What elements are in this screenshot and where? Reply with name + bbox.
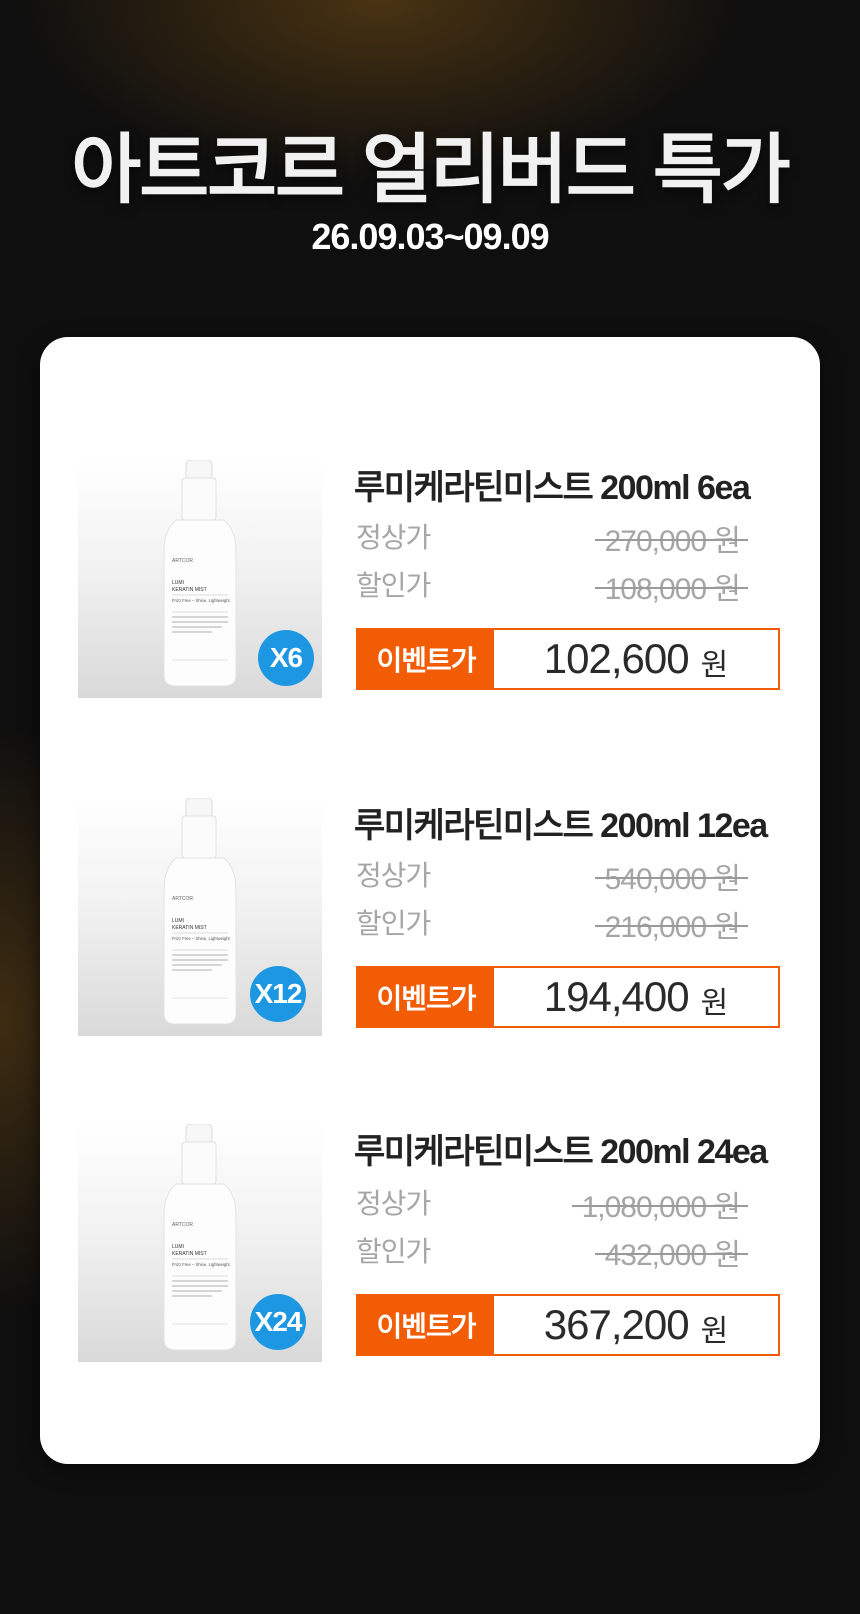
bottle-tagline-text: Frizz Free – Shine, Lightweight [172,1262,231,1267]
bottle-brand-text: ARTCOR [172,1222,193,1228]
product-image: ARTCOR LUMI KERATIN MIST Frizz Free – Sh… [78,458,322,698]
regular-price-row: 정상가 270,000 원 [356,516,749,558]
bottle-line1-text: LUMI [172,1244,184,1250]
quantity-badge: X6 [258,630,314,686]
bottle-image: ARTCOR LUMI KERATIN MIST Frizz Free – Sh… [163,1124,237,1351]
regular-price-label: 정상가 [356,522,431,553]
bottle-image: ARTCOR LUMI KERATIN MIST Frizz Free – Sh… [163,460,237,687]
product-name: 루미케라틴미스트 200ml 12ea [354,807,768,845]
quantity-badge: X24 [250,1294,306,1350]
bottle-line2-text: KERATIN MIST [172,925,207,931]
product-name: 루미케라틴미스트 200ml 6ea [354,469,751,507]
event-price: 194,400 원 [494,968,778,1026]
event-price-currency: 원 [700,649,729,682]
bottle-line2-text: KERATIN MIST [172,587,207,593]
event-price-label: 이벤트가 [358,1296,494,1354]
event-price-label: 이벤트가 [358,968,494,1026]
product-item-6ea[interactable]: ARTCOR LUMI KERATIN MIST Frizz Free – Sh… [78,458,783,698]
regular-price-value: 270,000 원 [594,516,749,560]
event-price-box: 이벤트가 194,400 원 [356,966,780,1028]
product-name: 루미케라틴미스트 200ml 24ea [354,1133,768,1171]
event-price: 102,600 원 [494,630,778,688]
regular-price-row: 정상가 1,080,000 원 [356,1182,749,1224]
bottle-line1-text: LUMI [172,918,184,924]
regular-price-value: 1,080,000 원 [571,1182,749,1226]
product-item-24ea[interactable]: ARTCOR LUMI KERATIN MIST Frizz Free – Sh… [78,1122,783,1362]
discount-price-row: 할인가 108,000 원 [356,564,749,606]
product-item-12ea[interactable]: ARTCOR LUMI KERATIN MIST Frizz Free – Sh… [78,796,783,1036]
bottle-line1-text: LUMI [172,580,184,586]
event-price: 367,200 원 [494,1296,778,1354]
bottle-brand-text: ARTCOR [172,896,193,902]
discount-price-row: 할인가 432,000 원 [356,1230,749,1272]
event-price-amount: 367,200 [543,1301,690,1348]
product-image: ARTCOR LUMI KERATIN MIST Frizz Free – Sh… [78,796,322,1036]
event-price-amount: 102,600 [543,635,690,682]
regular-price-label: 정상가 [356,860,431,891]
quantity-badge: X12 [250,966,306,1022]
event-price-label: 이벤트가 [358,630,494,688]
bottle-tagline-text: Frizz Free – Shine, Lightweight [172,598,231,603]
event-price-amount: 194,400 [543,973,690,1020]
bottle-image: ARTCOR LUMI KERATIN MIST Frizz Free – Sh… [163,798,237,1025]
regular-price-value: 540,000 원 [594,854,749,898]
bottle-line2-text: KERATIN MIST [172,1251,207,1257]
discount-price-value: 216,000 원 [594,902,749,946]
discount-price-value: 432,000 원 [594,1230,749,1274]
discount-price-label: 할인가 [356,1236,431,1267]
discount-price-value: 108,000 원 [594,564,749,608]
discount-price-row: 할인가 216,000 원 [356,902,749,944]
product-card: ARTCOR LUMI KERATIN MIST Frizz Free – Sh… [40,337,820,1464]
discount-price-label: 할인가 [356,570,431,601]
regular-price-label: 정상가 [356,1188,431,1219]
regular-price-row: 정상가 540,000 원 [356,854,749,896]
event-price-box: 이벤트가 102,600 원 [356,628,780,690]
discount-price-label: 할인가 [356,908,431,939]
product-image: ARTCOR LUMI KERATIN MIST Frizz Free – Sh… [78,1122,322,1362]
bottle-brand-text: ARTCOR [172,558,193,564]
event-price-currency: 원 [700,987,729,1020]
event-price-currency: 원 [700,1315,729,1348]
event-price-box: 이벤트가 367,200 원 [356,1294,780,1356]
event-date-range: 26.09.03~09.09 [311,216,549,257]
page-title: 아트코르 얼리버드 특가 [71,128,790,213]
bottle-tagline-text: Frizz Free – Shine, Lightweight [172,936,231,941]
